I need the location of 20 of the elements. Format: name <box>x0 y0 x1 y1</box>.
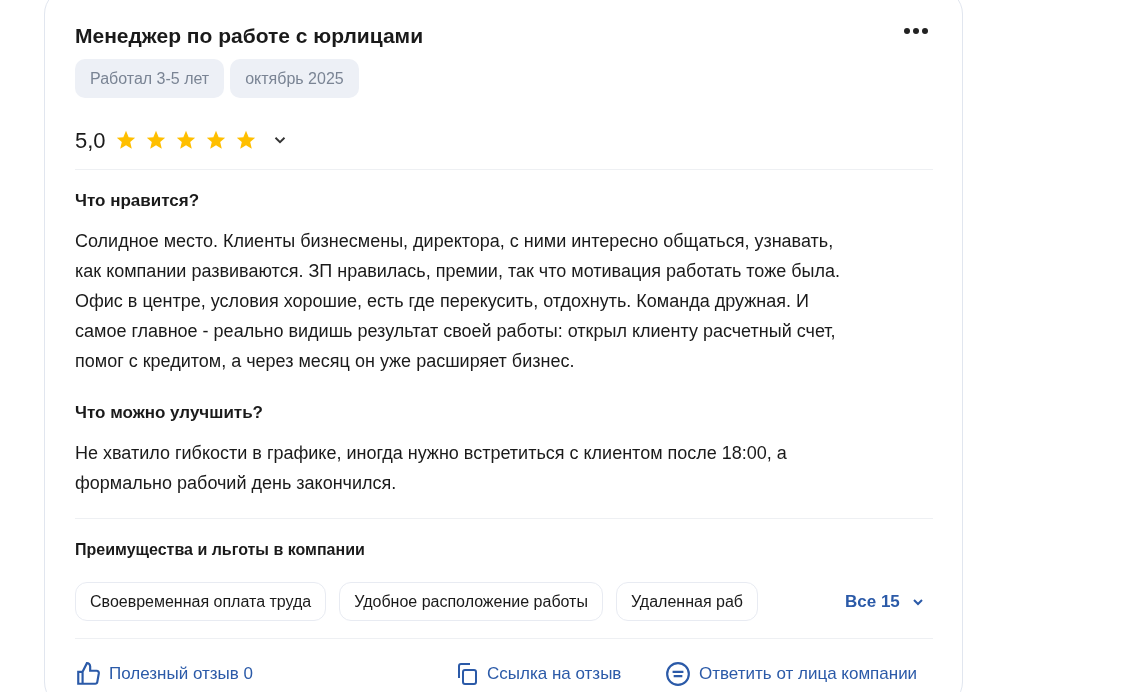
section-heading: Что можно улучшить? <box>75 402 264 424</box>
tag: Работал 3-5 лет <box>75 59 225 98</box>
review-text: Не хватило гибкости в графике, иногда нужно встретиться с клиентом после 18:00, а формально рабочий день закончился. <box>75 442 788 495</box>
copy-icon <box>455 661 479 687</box>
benefits-heading: Преимущества и льготы в компании <box>75 540 366 560</box>
review-text: Солидное место. Клиенты бизнесмены, директора, с ними интересно общаться, узнавать, как компании развиваются. ЗП нравилась, премии, так что мотивация работать тоже была. Офис в центре, условия хорошие, есть где перекусить, отдохнуть. Команда дружная. И самое главное - реально видишь результат своей работы: открыл клиенту расчетный счет, помог с кредитом, а через месяц он уже расширяет бизнес. <box>75 230 840 373</box>
section-heading: Что нравится? <box>75 190 201 212</box>
more-button[interactable] <box>904 28 928 34</box>
action-link[interactable]: Ссылка на отзыв <box>455 661 665 687</box>
thumbs-up-icon <box>75 661 101 687</box>
rating-value: 5,0 <box>75 126 106 155</box>
tag: октябрь 2025 <box>230 59 359 98</box>
action-link[interactable]: Ответить от лица компании <box>665 661 918 687</box>
benefit-chip: Удаленная раб <box>615 582 758 621</box>
review-title: Менеджер по работе с юрлицами <box>75 23 424 49</box>
show-all-button[interactable]: Все 15 <box>845 588 926 615</box>
benefit-chip: Удобное расположение работы <box>339 582 603 621</box>
action-link[interactable]: Полезный отзыв 0 <box>75 661 455 687</box>
benefit-chip: Своевременная оплата труда <box>75 582 327 621</box>
message-icon <box>665 661 691 687</box>
